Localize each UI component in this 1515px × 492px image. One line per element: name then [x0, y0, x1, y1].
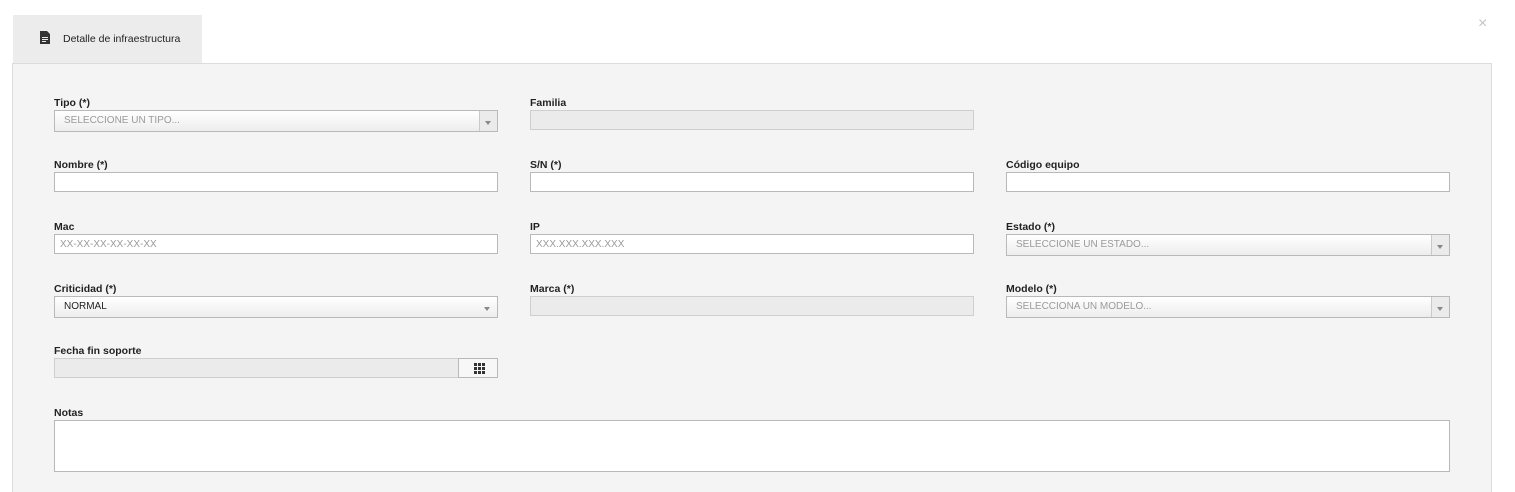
form-panel: Tipo (*) SELECCIONE UN TIPO... Familia N… — [12, 63, 1492, 492]
estado-select-value: SELECCIONE UN ESTADO... — [1016, 239, 1150, 250]
field-marca: Marca (*) — [530, 283, 974, 316]
notas-label: Notas — [54, 407, 84, 419]
field-tipo: Tipo (*) SELECCIONE UN TIPO... — [54, 97, 498, 132]
chevron-down-icon — [1431, 297, 1449, 317]
close-icon[interactable]: × — [1478, 16, 1487, 32]
estado-label: Estado (*) — [1006, 221, 1056, 233]
field-fecha-fin-soporte: Fecha fin soporte — [54, 345, 498, 378]
familia-input — [530, 110, 974, 130]
field-criticidad: Criticidad (*) NORMAL — [54, 283, 498, 318]
marca-input — [530, 296, 974, 316]
criticidad-label: Criticidad (*) — [54, 283, 117, 295]
field-notas: Notas — [54, 407, 1450, 472]
criticidad-select[interactable]: NORMAL — [54, 296, 498, 318]
modelo-select-value: SELECCIONA UN MODELO... — [1016, 301, 1152, 312]
chevron-down-icon — [479, 111, 497, 131]
date-picker — [54, 358, 498, 378]
ip-label: IP — [530, 221, 540, 233]
familia-label: Familia — [530, 97, 567, 109]
field-estado: Estado (*) SELECCIONE UN ESTADO... — [1006, 221, 1450, 256]
fecha-fin-soporte-input — [54, 358, 459, 378]
nombre-label: Nombre (*) — [54, 159, 108, 171]
codigo-equipo-label: Código equipo — [1006, 159, 1080, 171]
nombre-input[interactable] — [54, 172, 498, 192]
sn-label: S/N (*) — [530, 159, 562, 171]
estado-select[interactable]: SELECCIONE UN ESTADO... — [1006, 234, 1450, 256]
modelo-select[interactable]: SELECCIONA UN MODELO... — [1006, 296, 1450, 318]
fecha-fin-soporte-label: Fecha fin soporte — [54, 345, 142, 357]
codigo-equipo-input[interactable] — [1006, 172, 1450, 192]
calendar-grid-icon — [474, 363, 485, 374]
tab-detalle-infraestructura[interactable]: Detalle de infraestructura — [13, 15, 202, 64]
mac-input[interactable] — [54, 234, 498, 254]
document-icon — [40, 31, 50, 44]
ip-input[interactable] — [530, 234, 974, 254]
field-sn: S/N (*) — [530, 159, 974, 192]
field-modelo: Modelo (*) SELECCIONA UN MODELO... — [1006, 283, 1450, 318]
chevron-down-icon — [479, 297, 497, 317]
mac-label: Mac — [54, 221, 75, 233]
field-codigo-equipo: Código equipo — [1006, 159, 1450, 192]
field-nombre: Nombre (*) — [54, 159, 498, 192]
marca-label: Marca (*) — [530, 283, 575, 295]
field-ip: IP — [530, 221, 974, 254]
tipo-select[interactable]: SELECCIONE UN TIPO... — [54, 110, 498, 132]
tab-label: Detalle de infraestructura — [63, 33, 181, 45]
field-mac: Mac — [54, 221, 498, 254]
calendar-button[interactable] — [458, 358, 498, 378]
tipo-select-value: SELECCIONE UN TIPO... — [64, 115, 180, 126]
modelo-label: Modelo (*) — [1006, 283, 1057, 295]
field-familia: Familia — [530, 97, 974, 130]
chevron-down-icon — [1431, 235, 1449, 255]
notas-textarea[interactable] — [54, 420, 1450, 472]
criticidad-select-value: NORMAL — [64, 301, 107, 312]
sn-input[interactable] — [530, 172, 974, 192]
tipo-label: Tipo (*) — [54, 97, 90, 109]
